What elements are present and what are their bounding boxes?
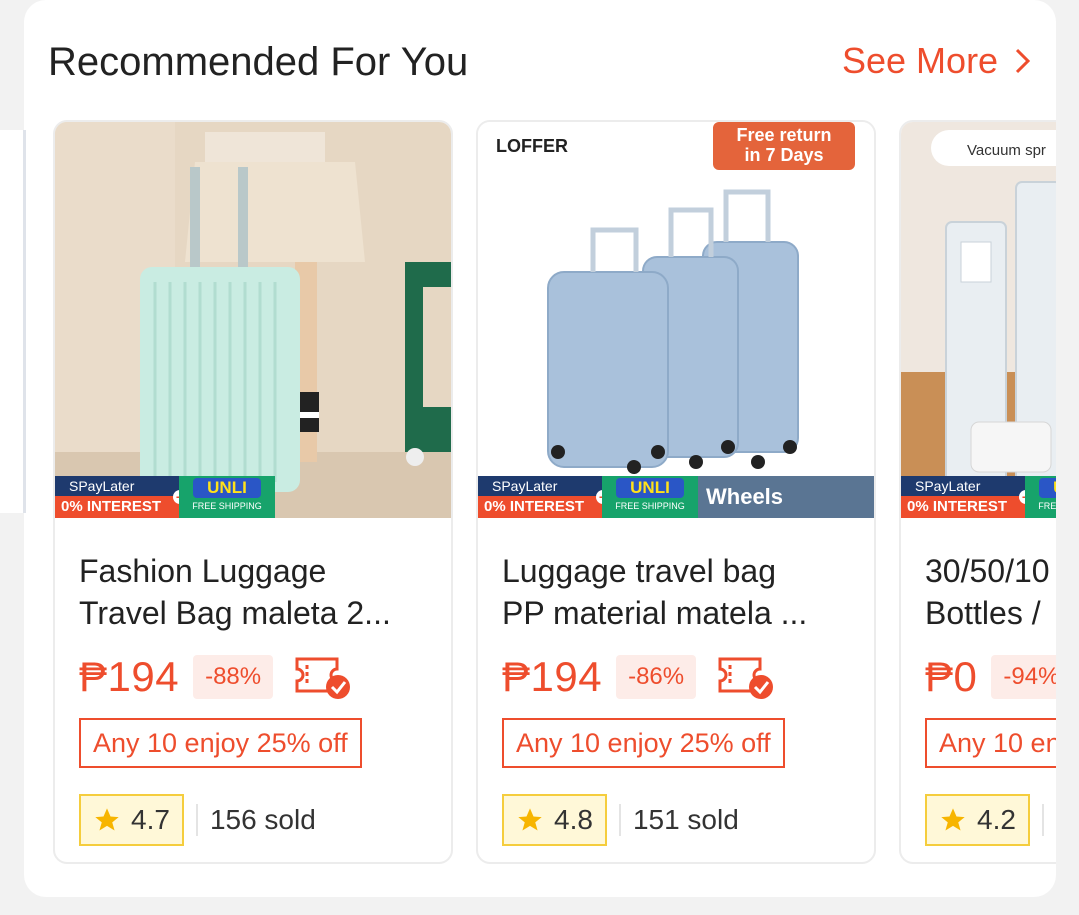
price: ₱194 — [502, 653, 603, 700]
star-icon — [518, 808, 542, 831]
prev-product-card-edge[interactable] — [0, 130, 26, 513]
spaylater-badge: SPayLater 0% INTEREST + — [901, 476, 1033, 518]
divider — [618, 804, 621, 836]
promo-badges: SPayLater 0% INTEREST + UNLI FREE SHIPPI… — [478, 476, 874, 518]
title-line: Travel Bag maleta 2... — [79, 595, 391, 631]
price: ₱0 — [925, 653, 978, 700]
rating-value: 4.2 — [977, 804, 1016, 835]
product-image-label: Vacuum spr — [967, 142, 1046, 159]
title-line: Luggage travel bag — [502, 553, 776, 589]
spaylater-badge: SPayLater 0% INTEREST + — [55, 476, 187, 518]
product-image[interactable]: Vacuum spr SPayLater 0% INTEREST + UNLI … — [901, 122, 1056, 518]
unli-label: UNLI — [1039, 478, 1056, 498]
rating-badge: 4.7 — [79, 794, 184, 846]
product-title[interactable]: 30/50/10 Bottles / — [925, 550, 1056, 634]
brand-logo: LOFFER — [496, 136, 568, 156]
spray-bottles-photo — [901, 122, 1056, 518]
luggage-set-photo — [478, 122, 874, 518]
ribbon-line: Free return — [736, 125, 832, 145]
ribbon-line: in 7 Days — [744, 145, 824, 165]
interest-label: 0% INTEREST — [484, 498, 585, 515]
price: ₱194 — [79, 653, 180, 700]
product-image[interactable]: LOFFER Free return in 7 Days SPayLater 0… — [478, 122, 874, 518]
unli-shipping-badge: UNLI FREE SHIPPING — [1025, 476, 1056, 518]
product-card[interactable]: SPayLater 0% INTEREST + UNLI FREE SHIPPI… — [53, 120, 453, 864]
spaylater-label: SPayLater — [478, 476, 602, 496]
discount-badge: -88% — [193, 655, 274, 699]
free-shipping-label: FREE SHIPPING — [1038, 501, 1056, 511]
product-carousel[interactable]: SPayLater 0% INTEREST + UNLI FREE SHIPPI… — [0, 0, 1056, 915]
voucher-check-icon — [718, 657, 774, 699]
unli-shipping-badge: UNLI FREE SHIPPING — [179, 476, 275, 518]
free-return-ribbon: Free return in 7 Days — [714, 125, 854, 165]
title-line: Fashion Luggage — [79, 553, 327, 589]
promo-tag: Any 10 enjoy 25% off — [79, 718, 362, 768]
interest-label: 0% INTEREST — [61, 498, 162, 515]
rating-value: 4.8 — [554, 804, 593, 835]
star-icon — [941, 808, 965, 831]
free-shipping-label: FREE SHIPPING — [192, 501, 262, 511]
promo-badges: SPayLater 0% INTEREST + UNLI FREE SHIPPI… — [55, 476, 451, 518]
promo-badges: SPayLater 0% INTEREST + UNLI FREE SHIPPI… — [901, 476, 1056, 518]
product-card[interactable]: LOFFER Free return in 7 Days SPayLater 0… — [476, 120, 876, 864]
divider — [1041, 804, 1044, 836]
rating-badge: 4.8 — [502, 794, 607, 846]
sold-count: 151 sold — [632, 804, 739, 835]
rating-badge: 4.2 — [925, 794, 1030, 846]
promo-tag: Any 10 enjoy 25% off — [925, 718, 1056, 768]
interest-label: 0% INTEREST — [907, 498, 1008, 515]
product-title[interactable]: Luggage travel bag PP material matela ..… — [502, 550, 850, 634]
discount-badge: -94% — [991, 655, 1056, 699]
spaylater-label: SPayLater — [55, 476, 179, 496]
product-card[interactable]: Vacuum spr SPayLater 0% INTEREST + UNLI … — [899, 120, 1056, 864]
title-line: Bottles / — [925, 595, 1041, 631]
voucher-check-icon — [295, 657, 351, 699]
discount-badge: -86% — [616, 655, 697, 699]
title-line: PP material matela ... — [502, 595, 808, 631]
spaylater-badge: SPayLater 0% INTEREST + — [478, 476, 610, 518]
sold-count: 156 sold — [209, 804, 316, 835]
rating-value: 4.7 — [131, 804, 170, 835]
promo-tag: Any 10 enjoy 25% off — [502, 718, 785, 768]
star-icon — [95, 808, 119, 831]
divider — [195, 804, 198, 836]
free-shipping-label: FREE SHIPPING — [615, 501, 685, 511]
unli-label: UNLI — [616, 478, 684, 498]
unli-label: UNLI — [193, 478, 261, 498]
wheels-banner: Wheels — [698, 476, 874, 518]
product-title[interactable]: Fashion Luggage Travel Bag maleta 2... — [79, 550, 427, 634]
spaylater-label: SPayLater — [901, 476, 1025, 496]
unli-shipping-badge: UNLI FREE SHIPPING — [602, 476, 698, 518]
product-image[interactable]: SPayLater 0% INTEREST + UNLI FREE SHIPPI… — [55, 122, 451, 518]
title-line: 30/50/10 — [925, 553, 1050, 589]
luggage-photo — [55, 122, 451, 518]
